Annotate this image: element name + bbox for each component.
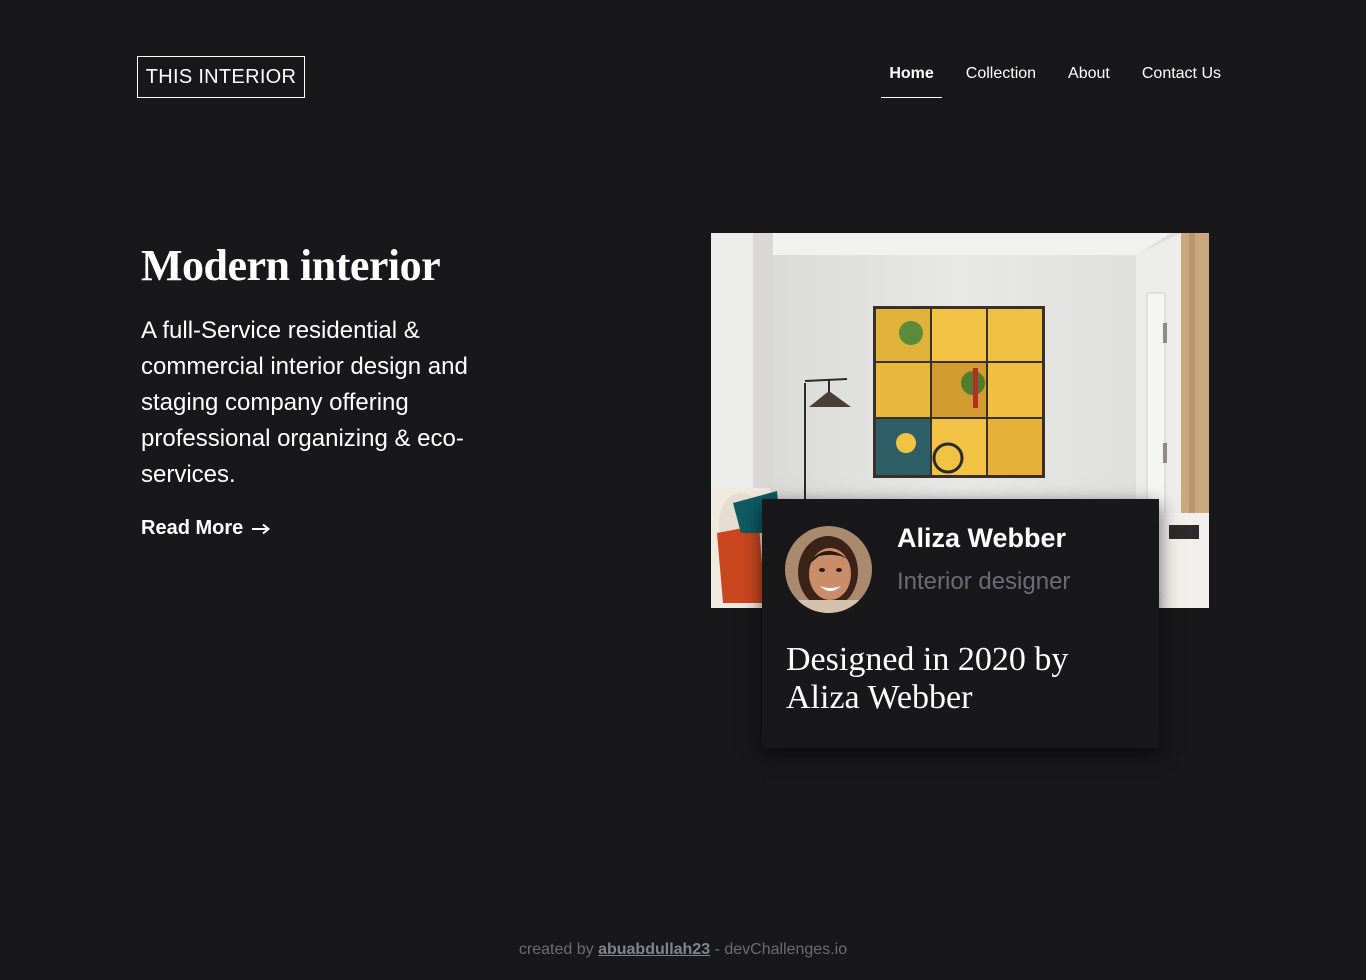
designer-card: Aliza Webber Interior designer Designed … xyxy=(762,499,1159,748)
nav-item-about[interactable]: About xyxy=(1060,56,1118,98)
hero-title: Modern interior xyxy=(141,241,441,290)
read-more-link[interactable]: Read More xyxy=(141,517,271,540)
designer-name: Aliza Webber xyxy=(897,523,1067,553)
footer-suffix: - devChallenges.io xyxy=(714,941,848,958)
nav-item-home[interactable]: Home xyxy=(881,56,943,98)
designer-role: Interior designer xyxy=(897,568,1071,595)
design-caption: Designed in 2020 by Aliza Webber xyxy=(786,641,1069,716)
footer: created by abuabdullah23 - devChallenges… xyxy=(0,941,1366,959)
avatar xyxy=(785,526,872,613)
read-more-label: Read More xyxy=(141,517,244,539)
nav-item-collection[interactable]: Collection xyxy=(958,56,1044,98)
nav-item-contact-us[interactable]: Contact Us xyxy=(1134,56,1229,98)
logo[interactable]: THIS INTERIOR xyxy=(137,56,305,98)
arrow-right-icon xyxy=(252,523,271,534)
author-link[interactable]: abuabdullah23 xyxy=(598,941,710,958)
main-nav: Home Collection About Contact Us xyxy=(881,56,1229,98)
hero-description: A full-Service residential & commercial … xyxy=(141,317,468,488)
footer-prefix: created by xyxy=(518,941,594,958)
